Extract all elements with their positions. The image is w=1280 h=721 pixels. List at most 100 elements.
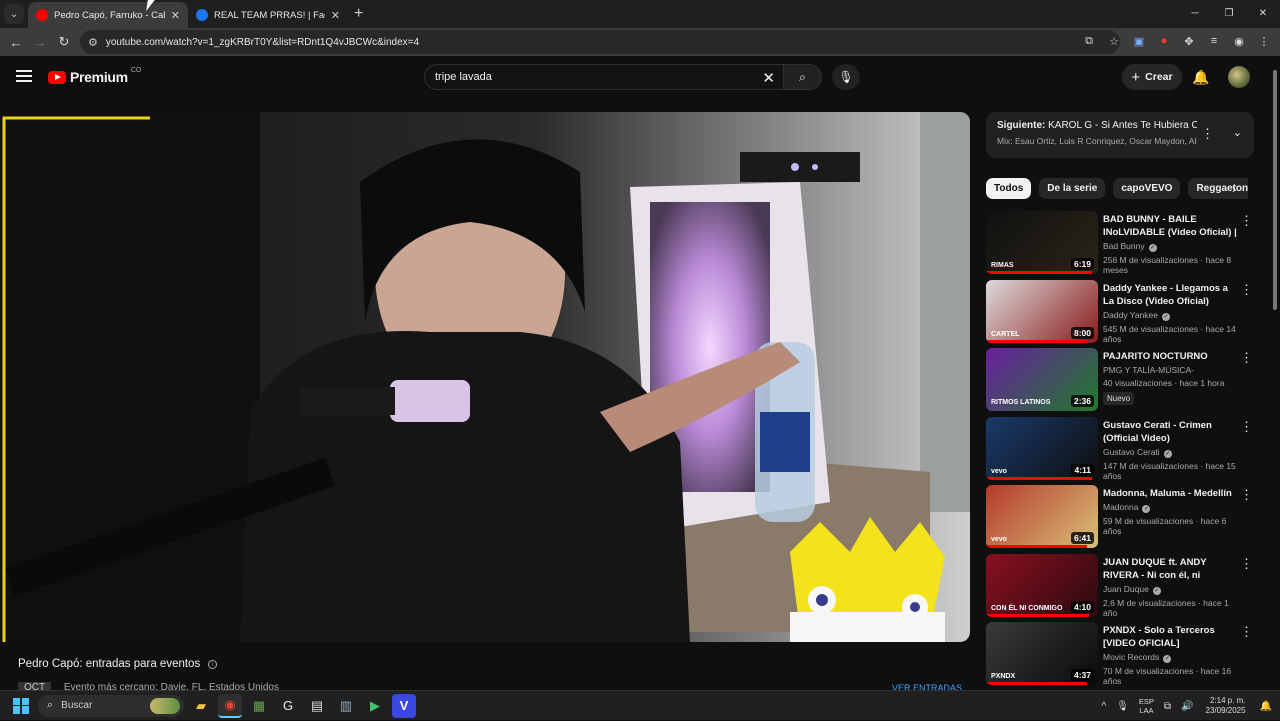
voice-search-button[interactable]: 🎙 — [832, 64, 860, 90]
close-tab-icon[interactable]: ✕ — [331, 9, 340, 22]
restore-icon[interactable]: ❐ — [1212, 0, 1246, 28]
create-button[interactable]: + Crear — [1122, 64, 1182, 90]
chip-todos[interactable]: Todos — [986, 178, 1032, 199]
address-bar[interactable]: ⚙ youtube.com/watch?v=1_zgKRBrT0Y&list=R… — [80, 30, 1120, 54]
info-icon[interactable]: i — [208, 659, 218, 669]
video-thumbnail[interactable]: RITMOS LATINOS 2:36 — [986, 348, 1098, 411]
close-tab-icon[interactable]: ✕ — [171, 9, 180, 22]
video-meta: PAJARITO NOCTURNO PMG Y TALÍA-MÚSICA- 40… — [1103, 350, 1241, 406]
more-actions-icon[interactable]: ⋮ — [1240, 419, 1253, 435]
translate-icon[interactable]: ▣ — [1131, 33, 1147, 49]
thumbnail-label: PXNDX — [991, 673, 1016, 680]
youtube-logo[interactable]: Premium CO — [48, 67, 141, 85]
recommendation-item[interactable]: CON ÉL NI CONMIGO 4:10 JUAN DUQUE ft. AN… — [986, 553, 1261, 623]
video-title[interactable]: JUAN DUQUE ft. ANDY RIVERA - Ni con él, … — [1103, 556, 1241, 582]
chip-reggaeton[interactable]: Reggaeton — [1188, 178, 1248, 199]
channel-name[interactable]: Bad Bunny — [1103, 241, 1145, 251]
reload-icon[interactable]: ↻ — [52, 34, 76, 50]
channel-name[interactable]: Gustavo Cerati — [1103, 447, 1160, 457]
tab-youtube[interactable]: Pedro Capó, Farruko - Calma (R ✕ — [28, 2, 188, 28]
extensions-puzzle-icon[interactable]: ✥ — [1181, 33, 1197, 49]
video-title[interactable]: PAJARITO NOCTURNO — [1103, 350, 1241, 363]
browser-menu-icon[interactable]: ⋮ — [1256, 33, 1272, 49]
extension-red-icon[interactable]: ● — [1156, 33, 1172, 49]
channel-name[interactable]: Madonna — [1103, 502, 1138, 512]
more-actions-icon[interactable]: ⋮ — [1240, 556, 1253, 572]
menu-hamburger-icon[interactable] — [16, 70, 32, 82]
clear-search-icon[interactable]: ✕ — [762, 69, 775, 87]
windows-start-icon[interactable] — [13, 697, 29, 714]
file-explorer-icon[interactable]: ▰ — [189, 694, 213, 718]
video-title[interactable]: Madonna, Maluma - Medellín — [1103, 487, 1241, 500]
calculator-icon[interactable]: ▥ — [334, 694, 358, 718]
video-thumbnail[interactable]: CON ÉL NI CONMIGO 4:10 — [986, 553, 1098, 617]
recommendation-item[interactable]: vevo 4:11 Gustavo Cerati - Crimen (Offic… — [986, 416, 1261, 486]
chevron-down-icon[interactable]: ⌄ — [1233, 126, 1242, 139]
forward-icon[interactable]: → — [28, 35, 52, 50]
video-thumbnail[interactable]: PXNDX 4:37 — [986, 622, 1098, 685]
tab-facebook[interactable]: REAL TEAM PRRAS! | Facebook ✕ — [188, 2, 348, 28]
volume-icon[interactable]: 🔊 — [1181, 701, 1193, 712]
chip-de-la-serie[interactable]: De la serie — [1039, 178, 1106, 199]
video-player[interactable] — [0, 112, 970, 642]
chrome-icon[interactable]: ◉ — [218, 693, 242, 718]
video-title[interactable]: BAD BUNNY - BAILE INoLVIDABLE (Video Ofi… — [1103, 213, 1241, 239]
recommendation-item[interactable]: RIMAS 6:19 BAD BUNNY - BAILE INoLVIDABLE… — [986, 211, 1261, 280]
network-icon[interactable]: ⧉ — [1164, 701, 1171, 712]
app-v-icon[interactable]: V — [392, 693, 416, 718]
app-green-icon[interactable]: ▶ — [363, 694, 387, 718]
media-queue-icon[interactable]: ≡ — [1206, 33, 1222, 49]
new-tab-button[interactable]: + — [354, 5, 363, 23]
app-g-icon[interactable]: G — [276, 694, 300, 718]
video-title[interactable]: PXNDX - Solo a Terceros [VIDEO OFICIAL] — [1103, 624, 1241, 650]
chip-capovevo[interactable]: capoVEVO — [1113, 178, 1181, 199]
cast-icon[interactable]: ⧉ — [1081, 33, 1097, 49]
language-indicator[interactable]: ESP LAA — [1139, 697, 1154, 715]
channel-name[interactable]: Daddy Yankee — [1103, 310, 1158, 320]
minimize-icon[interactable]: ─ — [1178, 0, 1212, 28]
recommendation-item[interactable]: CARTEL 8:00 Daddy Yankee - Llegamos a La… — [986, 279, 1261, 349]
recommendation-item[interactable]: RITMOS LATINOS 2:36 PAJARITO NOCTURNO PM… — [986, 348, 1261, 417]
channel-name[interactable]: Movic Records — [1103, 652, 1159, 662]
profile-icon[interactable]: ◉ — [1231, 33, 1247, 49]
scrollbar-thumb[interactable] — [1273, 70, 1277, 310]
more-actions-icon[interactable]: ⋮ — [1240, 350, 1253, 366]
taskbar-search[interactable]: ⌕ Buscar — [38, 694, 184, 717]
video-thumbnail[interactable]: RIMAS 6:19 — [986, 211, 1098, 274]
tab-search-button[interactable]: ⌄ — [4, 4, 24, 24]
close-window-icon[interactable]: ✕ — [1246, 0, 1280, 28]
video-thumbnail[interactable]: vevo 4:11 — [986, 416, 1098, 480]
search-input[interactable] — [435, 71, 755, 83]
video-stats: 545 M de visualizaciones · hace 14 años — [1103, 323, 1236, 344]
more-actions-icon[interactable]: ⋮ — [1240, 624, 1253, 640]
more-actions-icon[interactable]: ⋮ — [1240, 213, 1253, 229]
bookmark-star-icon[interactable]: ☆ — [1106, 33, 1122, 49]
video-title[interactable]: Daddy Yankee - Llegamos a La Disco (Vide… — [1103, 282, 1241, 308]
create-label: Crear — [1145, 71, 1173, 83]
site-info-icon[interactable]: ⚙ — [88, 36, 98, 49]
playlist-panel[interactable]: Siguiente: KAROL G - Si Antes Te Hubiera… — [986, 112, 1254, 158]
minecraft-icon[interactable]: ▦ — [247, 694, 271, 718]
more-actions-icon[interactable]: ⋮ — [1240, 487, 1253, 503]
tray-overflow-icon[interactable]: ^ — [1101, 701, 1106, 712]
notifications-bell-icon[interactable]: 🔔 — [1192, 69, 1209, 86]
recommendation-item[interactable]: PXNDX 4:37 PXNDX - Solo a Terceros [VIDE… — [986, 622, 1261, 691]
more-actions-icon[interactable]: ⋮ — [1240, 282, 1253, 298]
notification-center-icon[interactable]: 🔔 — [1260, 701, 1272, 712]
video-meta: PXNDX - Solo a Terceros [VIDEO OFICIAL] … — [1103, 624, 1241, 686]
video-title[interactable]: Gustavo Cerati - Crimen (Official Video) — [1103, 419, 1241, 445]
playlist-more-icon[interactable]: ⋮ — [1201, 126, 1214, 142]
search-button[interactable]: ⌕ — [784, 64, 822, 90]
clock[interactable]: 2:14 p. m. 23/09/2025 — [1206, 696, 1246, 716]
avatar[interactable] — [1228, 66, 1250, 88]
video-thumbnail[interactable]: CARTEL 8:00 — [986, 279, 1098, 343]
video-thumbnail[interactable]: vevo 6:41 — [986, 485, 1098, 548]
chevron-right-icon[interactable]: › — [1232, 182, 1236, 196]
back-icon[interactable]: ← — [4, 35, 28, 50]
microphone-tray-icon[interactable]: 🎙 — [1116, 701, 1129, 712]
channel-name[interactable]: PMG Y TALÍA-MÚSICA- — [1103, 365, 1194, 375]
recommendation-item[interactable]: vevo 6:41 Madonna, Maluma - Medellín Mad… — [986, 485, 1261, 554]
app-window-icon[interactable]: ▤ — [305, 694, 329, 718]
channel-name[interactable]: Juan Duque — [1103, 584, 1149, 594]
page-scrollbar[interactable] — [1272, 62, 1278, 684]
